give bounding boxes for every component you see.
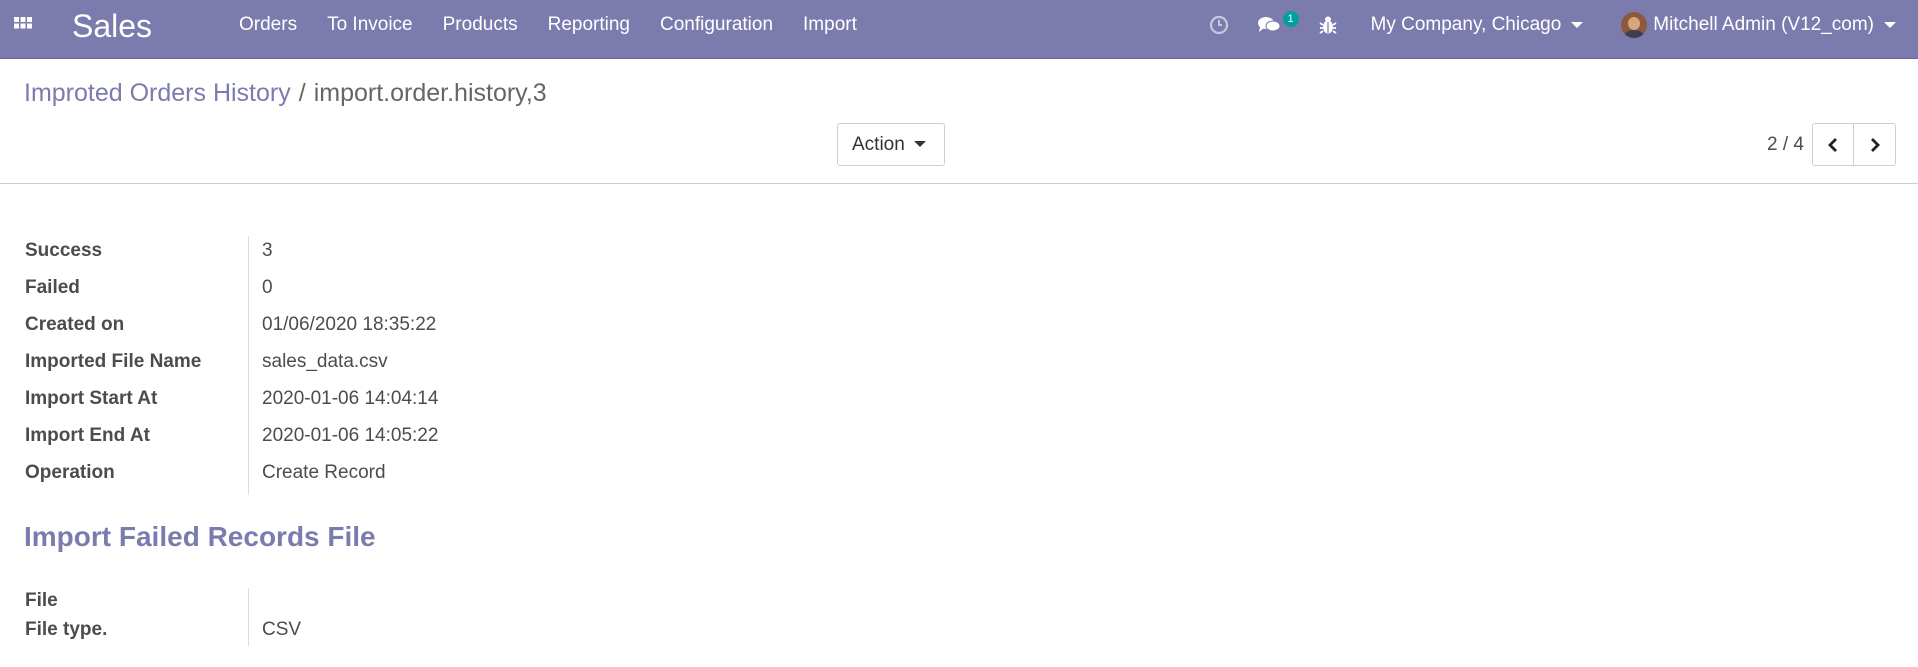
menu-item-products[interactable]: Products xyxy=(428,0,533,50)
menu-item-configuration[interactable]: Configuration xyxy=(645,0,788,50)
action-label: Action xyxy=(852,133,905,155)
messages-count-badge: 1 xyxy=(1282,11,1299,27)
systray: 1 My Company, Chicago Mitchell Admin (V1… xyxy=(1195,0,1918,50)
chevron-left-icon xyxy=(1828,137,1837,152)
field-label: Imported File Name xyxy=(25,351,202,372)
debug-button[interactable] xyxy=(1307,0,1359,50)
app-brand: Sales xyxy=(72,8,153,44)
field-value: sales_data.csv xyxy=(262,351,388,372)
field-value: 01/06/2020 18:35:22 xyxy=(262,314,437,335)
field-group: File File type. CSV xyxy=(25,588,1894,646)
company-name: My Company, Chicago xyxy=(1370,14,1562,35)
field-value: 3 xyxy=(262,240,273,261)
company-switcher[interactable]: My Company, Chicago xyxy=(1359,0,1622,50)
menu-item-import[interactable]: Import xyxy=(788,0,872,50)
messaging-button[interactable]: 1 xyxy=(1243,0,1307,50)
field-label: File type. xyxy=(25,619,108,640)
field-value: 2020-01-06 14:05:22 xyxy=(262,425,439,446)
breadcrumb-separator: / xyxy=(298,79,306,107)
field-label: Import Start At xyxy=(25,388,158,409)
main-menu: Orders To Invoice Products Reporting Con… xyxy=(224,0,872,50)
field-group: Success 3 Failed 0 Created on 01/06/2020… xyxy=(25,236,1894,495)
chevron-down-icon xyxy=(913,141,926,148)
field-value: 0 xyxy=(262,277,273,298)
clock-icon xyxy=(1209,15,1228,35)
field-row-imported-file-name: Imported File Name sales_data.csv xyxy=(25,347,1894,384)
top-navbar: Sales Orders To Invoice Products Reporti… xyxy=(0,0,1918,59)
field-row-failed: Failed 0 xyxy=(25,273,1894,310)
field-value: Create Record xyxy=(262,462,386,483)
field-label: File xyxy=(25,590,58,611)
field-label: Import End At xyxy=(25,425,150,446)
field-row-success: Success 3 xyxy=(25,236,1894,273)
user-name: Mitchell Admin (V12_com) xyxy=(1653,14,1874,35)
record-form: Success 3 Failed 0 Created on 01/06/2020… xyxy=(24,236,1894,495)
pager-previous-button[interactable] xyxy=(1812,123,1854,166)
chevron-down-icon xyxy=(1884,22,1896,28)
menu-item-reporting[interactable]: Reporting xyxy=(533,0,645,50)
activity-button[interactable] xyxy=(1195,0,1243,50)
breadcrumb: Improted Orders History / import.order.his… xyxy=(24,77,547,109)
control-panel: Improted Orders History / import.order.his… xyxy=(0,59,1918,184)
chat-bubbles-icon xyxy=(1257,17,1281,32)
field-label: Created on xyxy=(25,314,125,335)
field-row-import-end-at: Import End At 2020-01-06 14:05:22 xyxy=(25,421,1894,458)
field-row-file: File xyxy=(25,588,1894,617)
pager-next-button[interactable] xyxy=(1854,123,1896,166)
field-label: Failed xyxy=(25,277,80,298)
failed-records-form: File File type. CSV xyxy=(24,588,1894,646)
field-value: 2020-01-06 14:04:14 xyxy=(262,388,439,409)
apps-grid-icon[interactable] xyxy=(14,17,32,35)
field-label: Success xyxy=(25,240,103,261)
chevron-down-icon xyxy=(1571,22,1584,28)
field-row-operation: Operation Create Record xyxy=(25,458,1894,495)
chevron-right-icon xyxy=(1870,137,1880,152)
bug-icon xyxy=(1319,16,1337,34)
pager: 2 / 4 xyxy=(1767,123,1896,166)
field-row-import-start-at: Import Start At 2020-01-06 14:04:14 xyxy=(25,384,1894,421)
user-menu[interactable]: Mitchell Admin (V12_com) xyxy=(1621,0,1918,50)
pager-value[interactable]: 2 / 4 xyxy=(1767,134,1804,156)
avatar xyxy=(1621,12,1648,38)
menu-item-orders[interactable]: Orders xyxy=(224,0,312,50)
field-row-file-type: File type. CSV xyxy=(25,617,1894,646)
breadcrumb-current: import.order.history,3 xyxy=(313,79,547,107)
field-row-created-on: Created on 01/06/2020 18:35:22 xyxy=(25,310,1894,347)
breadcrumb-parent-link[interactable]: Improted Orders History xyxy=(24,79,291,107)
field-value: CSV xyxy=(262,619,302,640)
field-label: Operation xyxy=(25,462,115,483)
section-title: Import Failed Records File xyxy=(24,521,376,552)
action-dropdown-button[interactable]: Action xyxy=(837,123,945,166)
menu-item-to-invoice[interactable]: To Invoice xyxy=(312,0,428,50)
